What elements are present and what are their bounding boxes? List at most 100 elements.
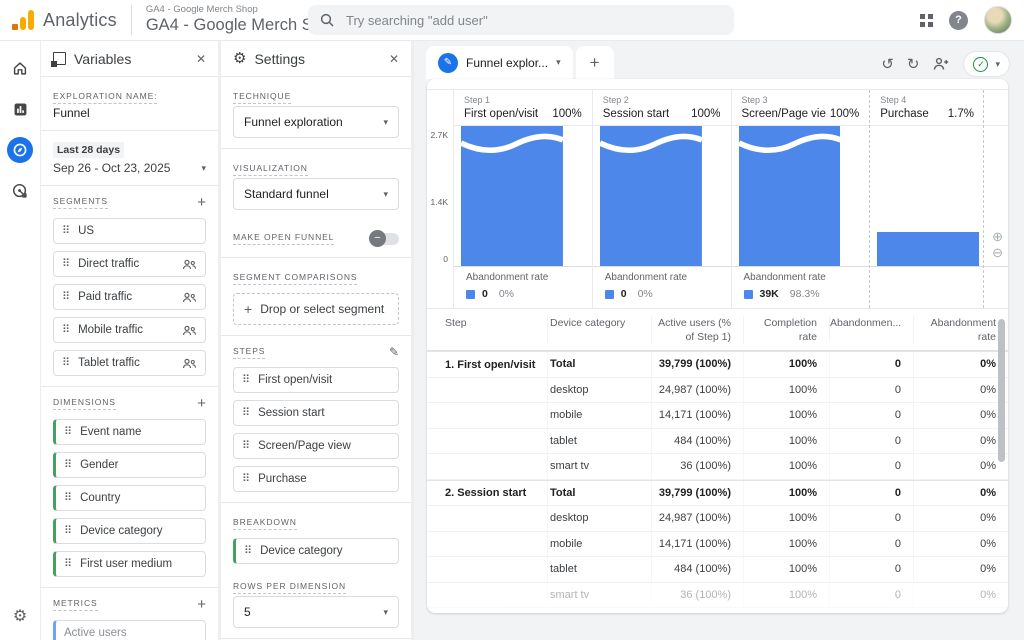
dimension-item-country[interactable]: ⠿Country (53, 485, 206, 511)
add-segment-icon[interactable]: + (197, 195, 206, 210)
drag-handle-icon[interactable]: ⠿ (244, 546, 252, 557)
table-row[interactable]: 1. First open/visit Total 39,799 (100%) … (427, 351, 1008, 378)
drag-handle-icon[interactable]: ⠿ (62, 226, 70, 237)
cell-rate: 0% (913, 532, 1008, 557)
drag-handle-icon[interactable]: ⠿ (64, 559, 72, 570)
metric-item-active-users[interactable]: Active users (53, 620, 206, 640)
drag-handle-icon[interactable]: ⠿ (64, 427, 72, 438)
breakdown-item-device-category[interactable]: ⠿Device category (233, 538, 399, 564)
table-row[interactable]: mobile 14,171 (100%) 100% 0 0% (427, 532, 1008, 558)
step-item-session-start[interactable]: ⠿ Session start (233, 400, 399, 426)
step-label: Session start (258, 407, 324, 419)
variables-close-icon[interactable]: ✕ (196, 52, 206, 66)
col-header-active-users[interactable]: Active users (% of Step 1) (651, 316, 743, 344)
drag-handle-icon[interactable]: ⠿ (62, 259, 70, 270)
home-icon[interactable] (7, 55, 33, 81)
dimension-item-event-name[interactable]: ⠿Event name (53, 419, 206, 445)
drag-handle-icon[interactable]: ⠿ (64, 460, 72, 471)
metrics-label: METRICS (53, 598, 98, 611)
segment-item-mobile-traffic[interactable]: ⠿ Mobile traffic (53, 317, 206, 343)
abandonment-label: Abandonment rate (605, 272, 731, 283)
apps-grid-icon[interactable] (920, 14, 933, 27)
step-item-screen-page-view[interactable]: ⠿Screen/Page view (233, 433, 399, 459)
redo-icon[interactable]: ↻ (907, 57, 920, 72)
drag-handle-icon[interactable]: ⠿ (242, 375, 250, 386)
segment-item-tablet-traffic[interactable]: ⠿ Tablet traffic (53, 350, 206, 376)
visualization-select[interactable]: Standard funnel ▾ (233, 178, 399, 210)
rows-per-dimension-value: 5 (244, 605, 251, 619)
zoom-out-icon[interactable]: ⊖ (992, 246, 1003, 260)
table-row[interactable]: smart tv 36 (100%) 100% 0 0% (427, 454, 1008, 480)
settings-close-icon[interactable]: ✕ (389, 52, 399, 66)
advertising-icon[interactable] (7, 178, 33, 204)
add-tab-button[interactable]: + (576, 46, 614, 79)
table-row[interactable]: desktop 24,987 (100%) 100% 0 0% (427, 378, 1008, 404)
variables-icon (53, 52, 66, 65)
global-search[interactable] (308, 5, 734, 35)
date-range-picker[interactable]: Last 28 days Sep 26 - Oct 23, 2025 ▾ (41, 131, 218, 186)
add-metric-icon[interactable]: + (197, 597, 206, 612)
reports-icon[interactable] (7, 96, 33, 122)
add-dimension-icon[interactable]: + (197, 396, 206, 411)
segment-item-us[interactable]: ⠿ US (53, 218, 206, 244)
chevron-down-icon: ▾ (383, 189, 388, 200)
funnel-bar[interactable] (739, 126, 841, 266)
search-input[interactable] (344, 12, 722, 29)
legend-square-icon (744, 290, 753, 299)
exploration-name-value[interactable]: Funnel (53, 106, 206, 120)
funnel-bar[interactable] (877, 232, 979, 266)
dimension-item-gender[interactable]: ⠿Gender (53, 452, 206, 478)
drag-handle-icon[interactable]: ⠿ (242, 474, 250, 485)
segment-drop-target[interactable]: + Drop or select segment (233, 293, 399, 325)
col-header-completion-rate[interactable]: Completion rate (743, 316, 829, 344)
table-row[interactable]: 2. Session start Total 39,799 (100%) 100… (427, 480, 1008, 507)
avatar[interactable] (984, 6, 1012, 34)
funnel-bar[interactable] (461, 126, 563, 266)
cell-device: mobile (547, 403, 651, 428)
drag-handle-icon[interactable]: ⠿ (64, 526, 72, 537)
drag-handle-icon[interactable]: ⠿ (242, 408, 250, 419)
step-name: Purchase (880, 108, 929, 120)
table-row[interactable]: desktop 24,987 (100%) 100% 0 0% (427, 506, 1008, 532)
table-row[interactable]: smart tv 36 (100%) 100% 0 0% (427, 583, 1008, 609)
table-row[interactable]: mobile 14,171 (100%) 100% 0 0% (427, 403, 1008, 429)
saved-status-button[interactable]: ✓ ▾ (963, 51, 1010, 77)
col-header-device-category[interactable]: Device category (547, 316, 651, 342)
variables-title: Variables (74, 51, 196, 67)
drag-handle-icon[interactable]: ⠿ (64, 493, 72, 504)
funnel-card: 2.7K 1.4K 0 Step 1 First open/visit 100% (427, 79, 1008, 613)
logo-bar-1 (12, 24, 18, 30)
explore-icon[interactable] (7, 137, 33, 163)
table-row[interactable]: tablet 484 (100%) 100% 0 0% (427, 429, 1008, 455)
drag-handle-icon[interactable]: ⠿ (242, 441, 250, 452)
col-header-abandonments[interactable]: Abandonmen... (829, 316, 913, 342)
table-scrollbar[interactable] (998, 319, 1005, 462)
dimension-item-first-user-medium[interactable]: ⠿First user medium (53, 551, 206, 577)
drag-handle-icon[interactable]: ⠿ (62, 358, 70, 369)
col-header-abandonment-rate[interactable]: Abandonment rate (913, 316, 1008, 344)
dimension-item-device-category[interactable]: ⠿Device category (53, 518, 206, 544)
edit-steps-icon[interactable]: ✎ (389, 345, 399, 359)
step-item-first-open-visit[interactable]: ⠿First open/visit (233, 367, 399, 393)
drag-handle-icon[interactable]: ⠿ (62, 325, 70, 336)
technique-select[interactable]: Funnel exploration ▾ (233, 106, 399, 138)
technique-group: TECHNIQUE Funnel exploration ▾ (221, 77, 411, 149)
col-header-step[interactable]: Step (427, 316, 547, 330)
funnel-bar[interactable] (600, 126, 702, 266)
drag-handle-icon[interactable]: ⠿ (62, 292, 70, 303)
step-item-purchase[interactable]: ⠿Purchase (233, 466, 399, 492)
funnel-step-column-1: Step 1 First open/visit 100% (453, 90, 592, 308)
segment-item-direct-traffic[interactable]: ⠿ Direct traffic (53, 251, 206, 277)
share-person-add-icon[interactable] (932, 57, 950, 71)
segment-item-paid-traffic[interactable]: ⠿ Paid traffic (53, 284, 206, 310)
make-open-funnel-toggle[interactable]: − (371, 233, 399, 245)
help-icon[interactable]: ? (949, 11, 968, 30)
table-row[interactable]: tablet 484 (100%) 100% 0 0% (427, 557, 1008, 583)
zoom-in-icon[interactable]: ⊕ (992, 230, 1003, 244)
analytics-logo-icon[interactable] (12, 10, 34, 30)
rows-per-dimension-select[interactable]: 5 ▾ (233, 596, 399, 628)
admin-gear-icon[interactable]: ⚙ (13, 606, 27, 626)
undo-icon[interactable]: ↺ (881, 57, 894, 72)
tab-funnel-exploration[interactable]: ✎ Funnel explor... ▾ (426, 46, 573, 79)
cell-users: 36 (100%) (651, 583, 743, 608)
